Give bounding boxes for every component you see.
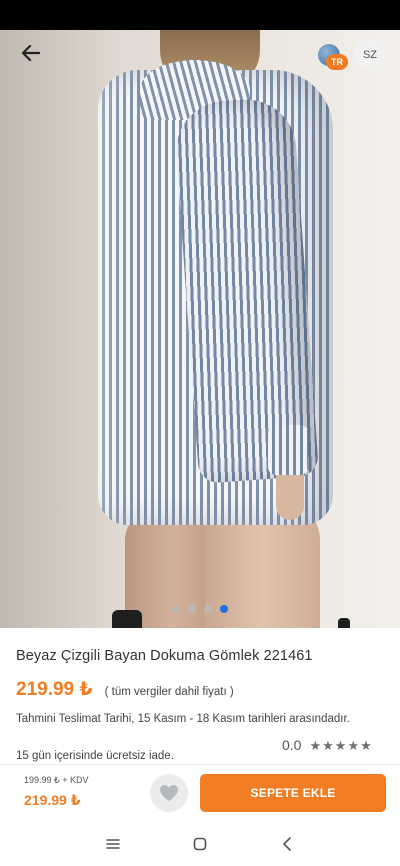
- star-icon: ★: [322, 737, 334, 753]
- bottom-bar: 199.99 ₺ + KDV 219.99 ₺ SEPETE EKLE: [0, 764, 400, 822]
- language-badge: TR: [326, 54, 348, 70]
- vat-note: ( tüm vergiler dahil fiyatı ): [104, 686, 234, 698]
- net-price: 199.99 ₺ + KDV: [24, 775, 89, 785]
- back-button[interactable]: [16, 38, 46, 68]
- product-image[interactable]: [0, 30, 400, 628]
- status-bar: [0, 0, 400, 30]
- size-button[interactable]: SZ: [354, 39, 386, 71]
- price-row: 219.99 ₺ ( tüm vergiler dahil fiyatı ): [16, 678, 234, 701]
- gallery-dot-active[interactable]: [220, 605, 228, 613]
- star-icon: ★: [360, 737, 372, 753]
- language-button[interactable]: TR: [318, 44, 348, 70]
- rating-value: 0.0: [282, 737, 302, 753]
- model-boot-left: [112, 610, 142, 628]
- gallery-dot[interactable]: [172, 605, 180, 613]
- chevron-left-icon: [282, 837, 291, 851]
- heart-icon: [160, 785, 178, 801]
- delivery-note: Tahmini Teslimat Tarihi, 15 Kasım - 18 K…: [16, 713, 350, 725]
- star-icon: ★: [334, 737, 347, 753]
- star-icon: ★: [309, 737, 322, 753]
- shirt-cuff: [268, 425, 308, 475]
- gallery-pagination: [172, 605, 228, 613]
- product-title: Beyaz Çizgili Bayan Dokuma Gömlek 221461: [16, 648, 313, 664]
- model-boot-right: [338, 618, 350, 628]
- gallery-dot[interactable]: [204, 605, 212, 613]
- return-note: 15 gün içerisinde ücretsiz iade.: [16, 750, 174, 762]
- favorite-button[interactable]: [150, 774, 188, 812]
- gallery-dot[interactable]: [188, 605, 196, 613]
- arrow-left-icon: [22, 45, 40, 61]
- recent-apps-button[interactable]: [93, 824, 133, 864]
- rating-stars: ★ ★ ★ ★ ★: [309, 739, 371, 752]
- home-button[interactable]: [180, 824, 220, 864]
- bottom-price: 219.99 ₺: [24, 792, 81, 808]
- system-nav-bar: [0, 822, 400, 866]
- square-icon: [193, 837, 207, 851]
- star-icon: ★: [347, 737, 360, 753]
- system-back-button[interactable]: [267, 824, 307, 864]
- add-to-cart-button[interactable]: SEPETE EKLE: [200, 774, 386, 812]
- rating[interactable]: 0.0 ★ ★ ★ ★ ★: [282, 737, 372, 753]
- menu-icon: [106, 839, 121, 849]
- product-price: 219.99 ₺: [16, 679, 93, 700]
